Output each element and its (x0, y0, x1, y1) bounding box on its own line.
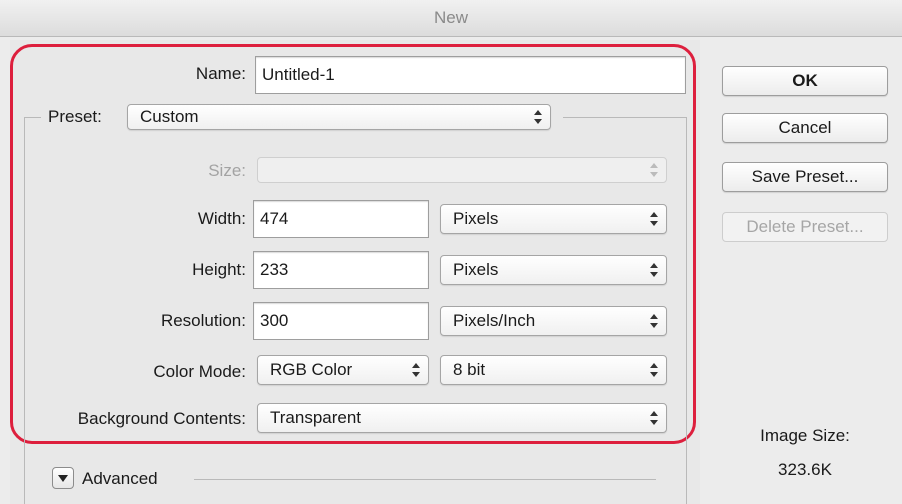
ok-button[interactable]: OK (722, 66, 888, 96)
group-frame-left-lower (24, 432, 25, 504)
image-size-value: 323.6K (778, 460, 832, 479)
save-preset-button[interactable]: Save Preset... (722, 162, 888, 192)
advanced-divider (194, 479, 656, 480)
disclosure-triangle-icon[interactable] (52, 467, 74, 489)
advanced-label: Advanced (82, 469, 158, 488)
image-size-label: Image Size: (760, 426, 850, 445)
highlight-annotation (10, 44, 696, 444)
group-frame-right-lower (686, 432, 687, 504)
delete-preset-button[interactable]: Delete Preset... (722, 212, 888, 242)
cancel-button[interactable]: Cancel (722, 113, 888, 143)
window-title: New (433, 8, 468, 27)
